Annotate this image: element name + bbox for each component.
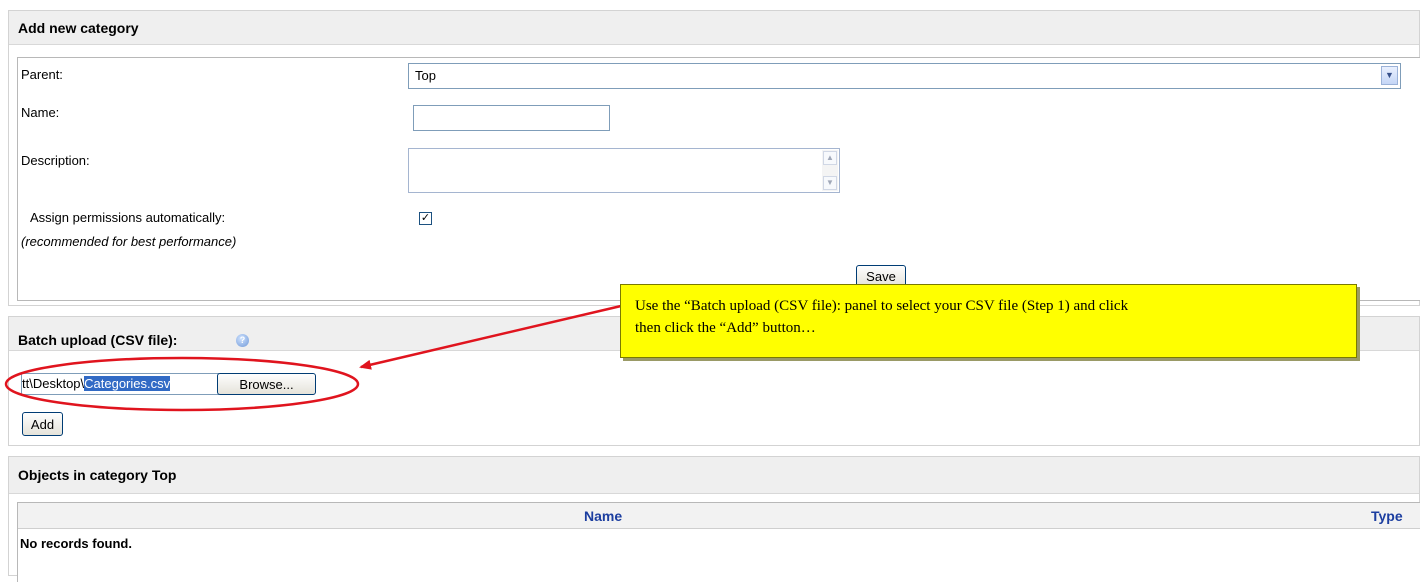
help-icon[interactable]: ?	[236, 334, 249, 347]
description-scrollbar[interactable]: ▲ ▼	[822, 150, 838, 191]
add-button[interactable]: Add	[22, 412, 63, 436]
batch-upload-title: Batch upload (CSV file):	[18, 332, 178, 348]
browse-button[interactable]: Browse...	[217, 373, 316, 395]
parent-select-value: Top	[415, 68, 436, 83]
parent-label: Parent:	[21, 67, 63, 82]
table-header-row: Name Type	[18, 503, 1420, 529]
empty-message: No records found.	[20, 536, 132, 551]
callout-line-1: Use the “Batch upload (CSV file): panel …	[635, 298, 1129, 314]
objects-panel: Objects in category Top Name Type No rec…	[8, 456, 1420, 582]
assign-permissions-note: (recommended for best performance)	[21, 234, 237, 249]
objects-header: Objects in category Top	[9, 457, 1419, 494]
column-header-type[interactable]: Type	[1371, 508, 1403, 524]
add-category-form: Parent: Top ▼ Name: Description: ▲ ▼ Ass…	[17, 57, 1420, 301]
assign-permissions-label: Assign permissions automatically:	[30, 210, 226, 225]
name-label: Name:	[21, 105, 60, 120]
add-category-panel: Add new category Parent: Top ▼ Name: Des…	[8, 10, 1420, 306]
description-label: Description:	[21, 153, 90, 168]
objects-table: Name Type No records found.	[17, 502, 1420, 582]
parent-select[interactable]: Top ▼	[408, 63, 1401, 89]
csv-file-input[interactable]: tt\Desktop\Categories.csv	[21, 373, 219, 395]
objects-title: Objects in category Top	[18, 467, 177, 483]
description-field[interactable]: ▲ ▼	[408, 148, 840, 193]
chevron-down-icon[interactable]: ▼	[1381, 66, 1398, 85]
scroll-down-icon[interactable]: ▼	[823, 176, 837, 190]
add-category-title: Add new category	[18, 20, 139, 36]
callout-line-2: then click the “Add” button…	[635, 320, 816, 336]
file-path-selected: Categories.csv	[84, 376, 171, 391]
column-header-name[interactable]: Name	[584, 508, 622, 524]
scroll-up-icon[interactable]: ▲	[823, 151, 837, 165]
add-category-header: Add new category	[9, 11, 1419, 45]
name-field[interactable]	[413, 105, 610, 131]
instruction-callout: Use the “Batch upload (CSV file): panel …	[620, 284, 1357, 358]
file-path-prefix: tt\Desktop\	[22, 376, 85, 391]
assign-permissions-checkbox[interactable]: ✓	[419, 212, 432, 225]
